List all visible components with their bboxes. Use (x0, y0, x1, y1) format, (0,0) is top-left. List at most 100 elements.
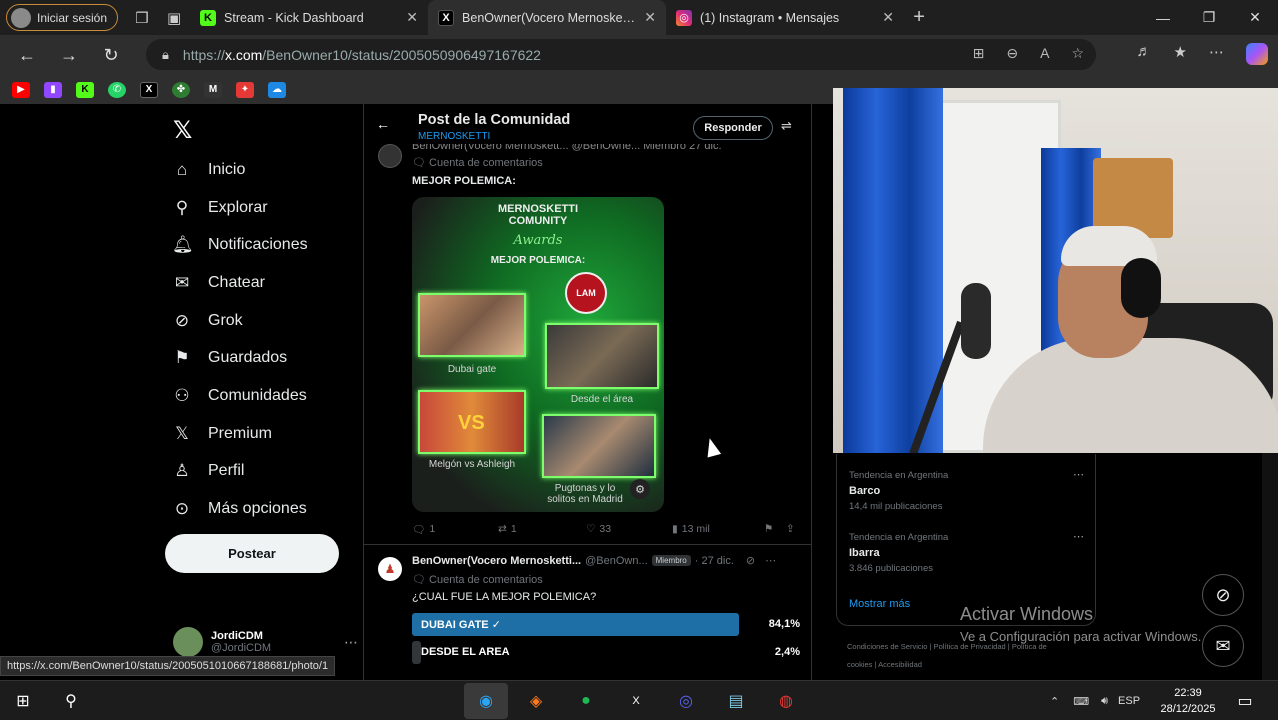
notes-icon[interactable]: ▤ (723, 689, 749, 713)
url-field[interactable]: 🔒︎ https://x.com/BenOwner10/status/20050… (146, 39, 1096, 70)
windows-start-icon[interactable]: ⊞ (10, 689, 36, 713)
discord-icon[interactable]: ◎ (673, 689, 699, 713)
tab-kick-dashboard[interactable]: K Stream - Kick Dashboard ✕ (190, 0, 428, 35)
app-available-icon[interactable]: ⊞ (973, 45, 985, 62)
tray-chevron-icon[interactable]: ⌃ (1050, 695, 1059, 708)
nav-item-explorar[interactable]: ⚲ Explorar (172, 198, 268, 218)
back-arrow-icon[interactable]: ← (376, 116, 390, 132)
tweet-more-icon[interactable]: ⋯ (765, 554, 776, 567)
nominee-caption: Pugtonas y lo solitos en Madrid (547, 483, 623, 505)
account-switcher[interactable]: JordiCDM @JordiCDM ⋯ (173, 624, 358, 660)
tab-x-post[interactable]: X BenOwner(Vocero Mernoskettista ✕ (428, 0, 667, 35)
show-more-link[interactable]: Mostrar más (849, 598, 910, 610)
account-handle: @JordiCDM (211, 642, 272, 654)
nav-item-premium[interactable]: 𝕏 Premium (172, 424, 272, 444)
close-tab-icon[interactable]: ✕ (644, 9, 656, 26)
taskbar-clock[interactable]: 22:39 28/12/2025 (1156, 685, 1220, 717)
nav-item-notificaciones[interactable]: 🔔︎ Notificaciones (172, 235, 308, 255)
share-icon[interactable]: ⇪ (786, 523, 795, 535)
views-action[interactable]: ▮ 13 mil (672, 523, 764, 535)
twitch-bookmark-icon[interactable]: ▮ (44, 81, 62, 98)
xsplit-icon[interactable]: X (623, 689, 649, 713)
workspaces-icon[interactable]: ❒ (126, 0, 158, 35)
sliders-icon[interactable]: ⇌ (781, 118, 792, 134)
close-tab-icon[interactable]: ✕ (406, 9, 418, 26)
favorites-icon[interactable]: ★ (1174, 43, 1187, 65)
language-indicator[interactable]: ESP (1118, 695, 1140, 707)
extensions-icon[interactable]: ♬ (1137, 43, 1152, 65)
trend-more-icon[interactable]: ⋯ (1073, 468, 1084, 481)
trend-item[interactable]: Tendencia en Argentina Barco 14,4 mil pu… (849, 469, 1084, 512)
read-aloud-icon[interactable]: A (1040, 45, 1049, 62)
like-action[interactable]: ♡ 33 (586, 523, 672, 535)
close-tab-icon[interactable]: ✕ (882, 9, 894, 26)
url-path: /BenOwner10/status/2005050906497167622 (262, 46, 541, 63)
community-link[interactable]: MERNOSKETTI (418, 131, 490, 142)
avatar[interactable] (378, 144, 402, 168)
youtube-bookmark-icon[interactable]: ▶ (12, 81, 30, 98)
settings-more-icon[interactable]: ⋯ (1209, 43, 1224, 65)
post-button[interactable]: Postear (165, 534, 339, 573)
kick-bookmark-icon[interactable]: K (76, 81, 94, 98)
avatar[interactable]: ♟ (378, 557, 402, 581)
nav-item-guardados[interactable]: ⚑ Guardados (172, 348, 287, 368)
new-tab-icon[interactable]: + (904, 6, 934, 29)
firefox-icon[interactable]: ◈ (523, 689, 549, 713)
messages-fab-icon[interactable]: ✉ (1202, 625, 1244, 667)
signin-label: Iniciar sesión (37, 10, 108, 25)
profile-icon: ♙ (174, 461, 190, 480)
media-badge-icon[interactable]: ⚙ (630, 479, 650, 499)
author-handle[interactable]: @BenOwn... (585, 555, 648, 567)
x-bookmark-icon[interactable]: X (140, 81, 158, 98)
nav-item-mas-opciones[interactable]: ⊙ Más opciones (172, 499, 307, 519)
reply-button[interactable]: Responder (693, 116, 773, 140)
zoom-icon[interactable]: ⊖ (1006, 45, 1018, 62)
poll-option[interactable]: DESDE EL AREA 2,4% (412, 641, 802, 664)
tweet-date[interactable]: · 27 dic. (695, 555, 734, 567)
m-bookmark-icon[interactable]: M (204, 81, 222, 98)
lock-icon[interactable]: 🔒︎ (162, 47, 169, 63)
game-bookmark-icon[interactable]: ✤ (172, 81, 190, 98)
grok-icon[interactable]: ⊘ (746, 554, 755, 567)
edge-icon[interactable]: ◉ (473, 689, 499, 713)
nav-item-chatear[interactable]: ✉ Chatear (172, 273, 265, 293)
repost-action[interactable]: ⇄ 1 (498, 523, 586, 535)
trend-item[interactable]: Tendencia en Argentina Ibarra 3.846 publ… (849, 531, 1084, 574)
back-arrow-icon[interactable]: ← (6, 45, 48, 66)
tweet-header: BenOwner(Vocero Mernosketti... @BenOwn..… (412, 554, 802, 568)
tab-actions-icon[interactable]: ▣ (158, 0, 190, 35)
copilot-icon[interactable] (1246, 43, 1268, 65)
nav-item-grok[interactable]: ⊘ Grok (172, 311, 243, 331)
app-bookmark-icon[interactable]: ✦ (236, 81, 254, 98)
grok-fab-icon[interactable]: ⊘ (1202, 574, 1244, 616)
signin-button[interactable]: Iniciar sesión (6, 4, 119, 31)
minimize-icon[interactable]: — (1140, 0, 1186, 35)
trend-more-icon[interactable]: ⋯ (1073, 530, 1084, 543)
restore-icon[interactable]: ❐ (1186, 0, 1232, 35)
forward-arrow-icon[interactable]: → (48, 45, 90, 66)
nav-item-inicio[interactable]: ⌂ Inicio (172, 160, 246, 180)
nav-item-perfil[interactable]: ♙ Perfil (172, 461, 244, 481)
image-title-line1: MERNOSKETTI (497, 203, 579, 215)
account-more-icon[interactable]: ⋯ (344, 634, 358, 651)
x-logo-icon[interactable]: 𝕏 (173, 116, 192, 145)
obs-record-icon[interactable]: ◍ (773, 689, 799, 713)
nav-item-comunidades[interactable]: ⚇ Comunidades (172, 386, 306, 406)
favorite-star-icon[interactable]: ☆ (1071, 45, 1084, 62)
author-name[interactable]: BenOwner(Vocero Mernosketti... (412, 555, 581, 567)
spotify-icon[interactable]: ● (573, 689, 599, 713)
tweet-image[interactable]: MERNOSKETTI COMUNITY Awards MEJOR POLEMI… (412, 197, 664, 512)
reply-action[interactable]: 🗨︎ 1 (412, 523, 498, 536)
views-count: 13 mil (681, 523, 710, 535)
notifications-icon[interactable]: ▭ (1232, 689, 1258, 713)
tab-instagram[interactable]: ◎ (1) Instagram • Mensajes ✕ (666, 0, 904, 35)
taskbar-search-icon[interactable]: ⚲ (58, 689, 84, 713)
poll-option[interactable]: DUBAI GATE ✓ 84,1% (412, 613, 802, 636)
whatsapp-bookmark-icon[interactable]: ✆ (108, 81, 126, 98)
cloud-bookmark-icon[interactable]: ☁ (268, 81, 286, 98)
bookmark-action-icon[interactable]: ⚑ (764, 523, 786, 535)
reload-icon[interactable]: ↻ (90, 45, 132, 66)
close-window-icon[interactable]: ✕ (1232, 0, 1278, 35)
network-icon[interactable]: ⌨ (1073, 695, 1089, 708)
volume-icon[interactable]: 🔊︎ (1101, 695, 1108, 708)
